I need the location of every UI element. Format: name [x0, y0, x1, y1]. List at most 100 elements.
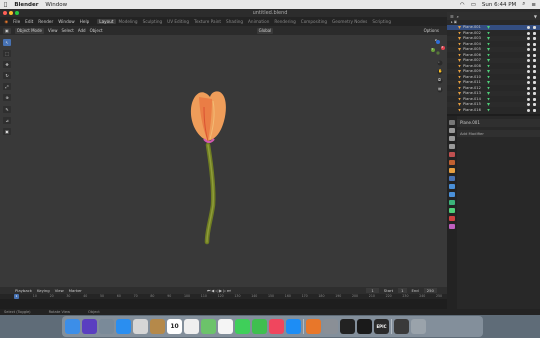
maps-icon[interactable]: [201, 319, 216, 334]
transform-icon[interactable]: ⊕: [3, 94, 11, 101]
blender-icon[interactable]: [306, 319, 321, 334]
scene-tab-icon[interactable]: [449, 152, 455, 157]
camera-view-icon[interactable]: ◘: [438, 78, 441, 82]
reminders-icon[interactable]: [184, 319, 199, 334]
menu-window[interactable]: Window: [56, 19, 78, 24]
outliner-row[interactable]: Plane.015: [447, 102, 540, 107]
eye-icon[interactable]: [527, 31, 530, 35]
mail-icon[interactable]: [133, 319, 148, 334]
menu-help[interactable]: Help: [77, 19, 92, 24]
eye-icon[interactable]: [527, 42, 530, 46]
3d-viewport[interactable]: [14, 35, 447, 287]
render-visibility-icon[interactable]: [533, 92, 536, 95]
timeline-playback-menu[interactable]: Playback: [15, 288, 32, 293]
menu-object[interactable]: Object: [90, 28, 103, 33]
options-menu[interactable]: Options: [424, 28, 439, 33]
transform-orientation[interactable]: Global: [256, 27, 274, 34]
render-visibility-icon[interactable]: [533, 70, 536, 73]
render-visibility-icon[interactable]: [533, 31, 536, 35]
render-visibility-icon[interactable]: [533, 75, 536, 79]
eye-icon[interactable]: [527, 92, 530, 95]
menu-edit[interactable]: Edit: [23, 19, 36, 24]
tab-compositing[interactable]: Compositing: [298, 19, 329, 24]
system-preferences-icon[interactable]: [323, 319, 338, 334]
scene-collection-row[interactable]: ▸ ▣: [447, 20, 540, 24]
blender-logo-icon[interactable]: ◉: [2, 19, 11, 24]
render-visibility-icon[interactable]: [533, 53, 536, 57]
photos-icon[interactable]: [218, 319, 233, 334]
rotate-icon[interactable]: ↻: [3, 72, 11, 79]
notes-icon[interactable]: [150, 319, 165, 334]
modifier-tab-icon[interactable]: [449, 176, 455, 181]
outliner-search-icon[interactable]: ⌕: [457, 14, 459, 19]
render-visibility-icon[interactable]: [533, 48, 536, 51]
trash-icon[interactable]: [411, 319, 426, 334]
tab-rendering[interactable]: Rendering: [272, 19, 298, 24]
downloads-stack-icon[interactable]: [394, 319, 409, 334]
eye-icon[interactable]: [527, 26, 530, 29]
render-tab-icon[interactable]: [449, 128, 455, 133]
menu-render[interactable]: Render: [36, 19, 56, 24]
scale-icon[interactable]: ⤢: [3, 83, 11, 90]
add-cube-icon[interactable]: ▣: [3, 128, 11, 135]
outliner-row[interactable]: Plane.016: [447, 108, 540, 113]
data-tab-icon[interactable]: [449, 208, 455, 213]
render-visibility-icon[interactable]: [533, 81, 536, 84]
eye-icon[interactable]: [527, 108, 530, 112]
physics-tab-icon[interactable]: [449, 192, 455, 197]
add-modifier-button[interactable]: Add Modifier: [457, 130, 540, 137]
render-visibility-icon[interactable]: [533, 86, 536, 90]
playback-controls[interactable]: ⏮◀◁▶▷⏭: [207, 288, 232, 293]
output-tab-icon[interactable]: [449, 136, 455, 141]
measure-icon[interactable]: ⊿: [3, 117, 11, 124]
eye-icon[interactable]: [527, 86, 530, 90]
timeline-keying-menu[interactable]: Keying: [37, 288, 50, 293]
eye-icon[interactable]: [527, 59, 530, 62]
end-frame-field[interactable]: 250: [423, 288, 437, 293]
tab-shading[interactable]: Shading: [224, 19, 246, 24]
apple-menu-icon[interactable]: : [4, 2, 7, 8]
messages-icon[interactable]: [235, 319, 250, 334]
outliner-row[interactable]: Plane.005: [447, 47, 540, 52]
flower-model[interactable]: [14, 35, 447, 287]
world-tab-icon[interactable]: [449, 160, 455, 165]
tab-modeling[interactable]: Modeling: [116, 19, 140, 24]
tab-geometry-nodes[interactable]: Geometry Nodes: [330, 19, 370, 24]
tab-animation[interactable]: Animation: [246, 19, 272, 24]
constraints-tab-icon[interactable]: [449, 200, 455, 205]
tab-sculpting[interactable]: Sculpting: [140, 19, 165, 24]
menu-add[interactable]: Add: [78, 28, 86, 33]
outliner-row[interactable]: Plane.002: [447, 31, 540, 36]
outliner-row[interactable]: Plane.013: [447, 91, 540, 96]
current-frame-field[interactable]: 1: [366, 288, 379, 293]
eye-icon[interactable]: [527, 75, 530, 79]
eye-icon[interactable]: [527, 97, 530, 101]
material-tab-icon[interactable]: [449, 216, 455, 221]
render-visibility-icon[interactable]: [533, 26, 536, 29]
annotate-icon[interactable]: ✎: [3, 106, 11, 113]
app-menu[interactable]: Blender: [14, 2, 38, 8]
eye-icon[interactable]: [527, 37, 530, 40]
editor-type-icon[interactable]: ▣: [3, 27, 11, 34]
outliner-row[interactable]: Plane.012: [447, 86, 540, 91]
wifi-icon[interactable]: ◠: [460, 2, 465, 8]
safari-icon[interactable]: [116, 319, 131, 334]
render-visibility-icon[interactable]: [533, 108, 536, 112]
render-visibility-icon[interactable]: [533, 37, 536, 40]
tool-tab-icon[interactable]: [449, 120, 455, 125]
music-icon[interactable]: [269, 319, 284, 334]
render-visibility-icon[interactable]: [533, 103, 536, 106]
texture-tab-icon[interactable]: [449, 224, 455, 229]
render-visibility-icon[interactable]: [533, 97, 536, 101]
outliner-row[interactable]: Plane.001: [447, 25, 540, 30]
select-box-icon[interactable]: ⬚: [3, 50, 11, 57]
outliner-row[interactable]: Plane.011: [447, 80, 540, 85]
eye-icon[interactable]: [527, 70, 530, 73]
filter-icon[interactable]: ▼: [534, 14, 537, 19]
render-visibility-icon[interactable]: [533, 42, 536, 46]
outliner-row[interactable]: Plane.010: [447, 75, 540, 80]
outliner-row[interactable]: Plane.007: [447, 58, 540, 63]
clock[interactable]: Sun 6:44 PM: [482, 2, 516, 8]
siri-icon[interactable]: [82, 319, 97, 334]
pan-icon[interactable]: ✋: [438, 69, 442, 73]
